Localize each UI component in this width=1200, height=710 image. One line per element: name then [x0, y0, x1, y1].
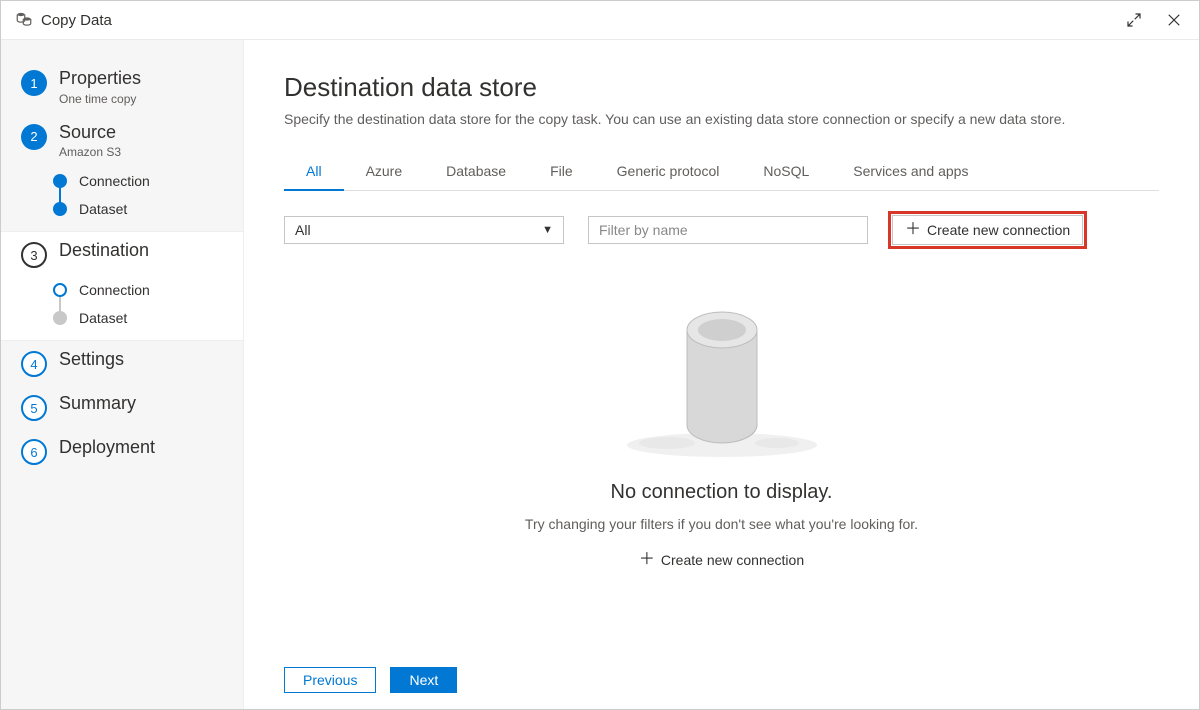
- wizard-step-destination[interactable]: 3 Destination Connection Dataset: [1, 231, 244, 341]
- wizard-step-source[interactable]: 2 Source Amazon S3 Connection Dataset: [1, 114, 243, 232]
- bullet-icon: [53, 174, 67, 188]
- main-panel: Destination data store Specify the desti…: [244, 40, 1199, 709]
- tab-nosql[interactable]: NoSQL: [741, 155, 831, 191]
- tab-services-and-apps[interactable]: Services and apps: [831, 155, 990, 191]
- create-new-connection-button[interactable]: ＋ Create new connection: [892, 215, 1083, 245]
- substep-label: Dataset: [79, 201, 127, 217]
- page-description: Specify the destination data store for t…: [284, 111, 1159, 127]
- next-button[interactable]: Next: [390, 667, 457, 693]
- bullet-icon: [53, 311, 67, 325]
- step-subtitle: One time copy: [59, 92, 141, 106]
- titlebar: Copy Data: [1, 1, 1199, 40]
- substep-label: Dataset: [79, 310, 127, 326]
- plus-icon: ＋: [905, 222, 921, 238]
- bullet-icon: [53, 202, 67, 216]
- empty-state: No connection to display. Try changing y…: [284, 275, 1159, 568]
- dropdown-value: All: [295, 222, 311, 238]
- step-title: Destination: [59, 240, 149, 262]
- close-icon[interactable]: [1161, 7, 1187, 33]
- step-title: Summary: [59, 393, 136, 415]
- empty-state-title: No connection to display.: [611, 481, 833, 504]
- step-title: Properties: [59, 68, 141, 90]
- step-title: Settings: [59, 349, 124, 371]
- button-label: Create new connection: [661, 552, 804, 568]
- wizard-footer: Previous Next: [244, 651, 1199, 709]
- tab-azure[interactable]: Azure: [344, 155, 425, 191]
- step-number-badge: 3: [21, 242, 47, 268]
- step-subtitle: Amazon S3: [59, 145, 121, 159]
- step-number-badge: 2: [21, 124, 47, 150]
- substep-label: Connection: [79, 282, 150, 298]
- step-title: Source: [59, 122, 121, 144]
- step-number-badge: 1: [21, 70, 47, 96]
- previous-button[interactable]: Previous: [284, 667, 376, 693]
- filter-type-dropdown[interactable]: All ▼: [284, 216, 564, 244]
- chevron-down-icon: ▼: [542, 224, 553, 236]
- page-title: Destination data store: [284, 72, 1159, 103]
- copy-data-icon: [15, 10, 33, 31]
- wizard-step-summary[interactable]: 5 Summary: [1, 385, 243, 429]
- plus-icon: ＋: [639, 552, 655, 568]
- empty-database-icon: [612, 275, 832, 465]
- substep-label: Connection: [79, 173, 150, 189]
- step-title: Deployment: [59, 437, 155, 459]
- substep-source-dataset[interactable]: Dataset: [53, 195, 229, 223]
- tab-database[interactable]: Database: [424, 155, 528, 191]
- window-title: Copy Data: [41, 12, 112, 29]
- filter-by-name-input[interactable]: [588, 216, 868, 244]
- tab-file[interactable]: File: [528, 155, 595, 191]
- empty-create-new-connection-button[interactable]: ＋ Create new connection: [639, 552, 804, 568]
- substep-destination-connection[interactable]: Connection: [53, 276, 230, 304]
- category-tabs: All Azure Database File Generic protocol…: [284, 155, 1159, 191]
- wizard-sidebar: 1 Properties One time copy 2 Source Amaz…: [1, 40, 244, 709]
- bullet-icon: [53, 283, 67, 297]
- tab-generic-protocol[interactable]: Generic protocol: [595, 155, 742, 191]
- substep-source-connection[interactable]: Connection: [53, 167, 229, 195]
- wizard-step-settings[interactable]: 4 Settings: [1, 341, 243, 385]
- expand-icon[interactable]: [1121, 7, 1147, 33]
- empty-state-hint: Try changing your filters if you don't s…: [525, 516, 918, 532]
- wizard-step-properties[interactable]: 1 Properties One time copy: [1, 60, 243, 114]
- wizard-step-deployment[interactable]: 6 Deployment: [1, 429, 243, 473]
- tab-all[interactable]: All: [284, 155, 344, 191]
- step-number-badge: 5: [21, 395, 47, 421]
- step-number-badge: 4: [21, 351, 47, 377]
- step-number-badge: 6: [21, 439, 47, 465]
- button-label: Create new connection: [927, 222, 1070, 238]
- substep-destination-dataset[interactable]: Dataset: [53, 304, 230, 332]
